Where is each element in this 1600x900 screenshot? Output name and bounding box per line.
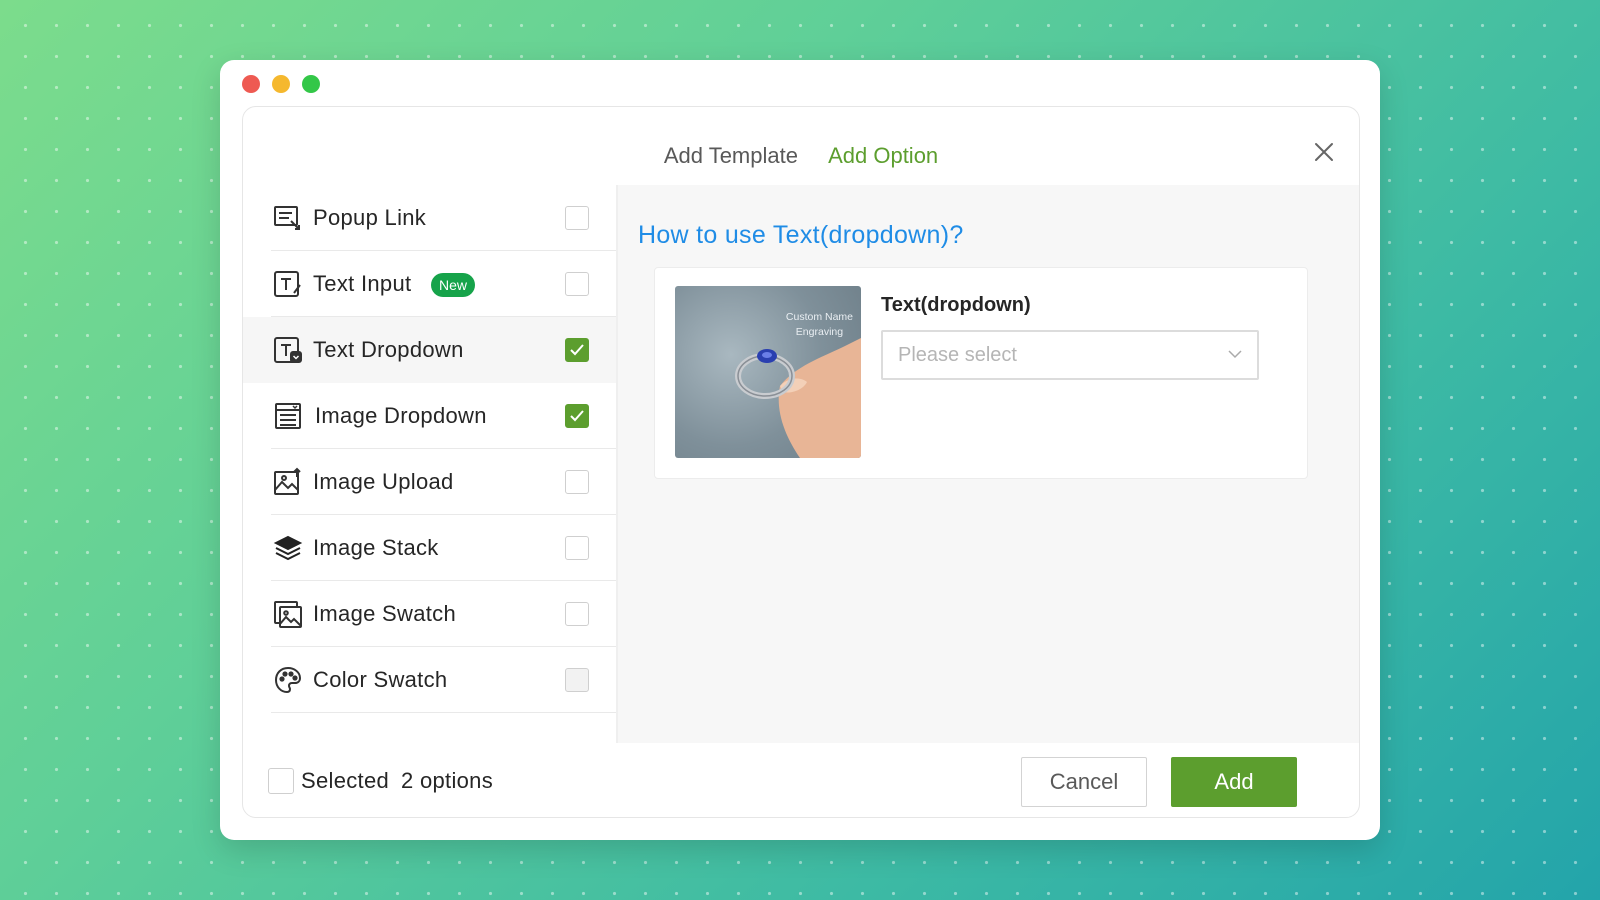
text-dropdown-icon (273, 335, 303, 365)
app-window: Add Template Add Option Popup Link Text (220, 60, 1380, 840)
add-option-dialog: Add Template Add Option Popup Link Text (242, 106, 1360, 818)
dialog-tabs: Add Template Add Option (243, 143, 1359, 169)
sidebar-item-label: Text Dropdown (313, 337, 464, 362)
image-dropdown-icon (273, 401, 303, 431)
selected-summary: Selected 2 options (301, 768, 505, 794)
sidebar-item-label: Color Swatch (313, 667, 448, 692)
dialog-footer: Selected 2 options Cancel Add (243, 743, 1359, 817)
sidebar-item-label: Image Dropdown (315, 403, 487, 428)
sidebar-item-label: Text Input (313, 271, 412, 296)
sidebar-item-label: Popup Link (313, 205, 427, 230)
sidebar-item-label: Image Upload (313, 469, 454, 494)
image-upload-icon (273, 467, 303, 497)
option-type-list: Popup Link Text Input New Text Dropdown (243, 185, 618, 743)
sidebar-item-label: Image Stack (313, 535, 439, 560)
sidebar-item-text-input[interactable]: Text Input New (243, 251, 616, 317)
popup-link-checkbox[interactable] (565, 206, 589, 230)
image-swatch-icon (273, 599, 303, 629)
window-controls (242, 75, 320, 93)
divider (271, 712, 616, 713)
close-window-button[interactable] (242, 75, 260, 93)
sidebar-item-image-stack[interactable]: Image Stack (243, 515, 616, 581)
text-dropdown-checkbox[interactable] (565, 338, 589, 362)
field-label: Text(dropdown) (881, 294, 1031, 316)
text-input-checkbox[interactable] (565, 272, 589, 296)
sidebar-item-label: Image Swatch (313, 601, 457, 626)
close-icon[interactable] (1309, 137, 1339, 167)
select-all-checkbox[interactable] (268, 768, 294, 794)
selected-label: Selected (301, 768, 390, 793)
image-stack-checkbox[interactable] (565, 536, 589, 560)
select-placeholder: Please select (898, 344, 1017, 366)
check-icon (570, 410, 584, 422)
minimize-window-button[interactable] (272, 75, 290, 93)
add-button[interactable]: Add (1171, 757, 1297, 807)
how-to-use-link[interactable]: How to use Text(dropdown)? (638, 221, 964, 250)
maximize-window-button[interactable] (302, 75, 320, 93)
image-dropdown-checkbox[interactable] (565, 404, 589, 428)
text-dropdown-select[interactable]: Please select (881, 330, 1259, 380)
sidebar-item-text-dropdown[interactable]: Text Dropdown (243, 317, 616, 383)
ring-illustration (735, 338, 861, 458)
new-badge: New (431, 273, 476, 297)
option-preview-panel: How to use Text(dropdown)? Custom Name E… (618, 185, 1359, 743)
sidebar-item-image-swatch[interactable]: Image Swatch (243, 581, 616, 647)
color-swatch-icon (273, 665, 303, 695)
ring-product-image: Custom Name Engraving (675, 286, 861, 458)
image-swatch-checkbox[interactable] (565, 602, 589, 626)
tab-add-option[interactable]: Add Option (828, 143, 938, 169)
image-upload-checkbox[interactable] (565, 470, 589, 494)
chevron-down-icon (1227, 346, 1243, 367)
tab-add-template[interactable]: Add Template (664, 143, 798, 169)
sidebar-item-image-dropdown[interactable]: Image Dropdown (243, 383, 616, 449)
sidebar-item-image-upload[interactable]: Image Upload (243, 449, 616, 515)
popup-link-icon (273, 203, 303, 233)
sidebar-item-color-swatch[interactable]: Color Swatch (243, 647, 616, 713)
text-input-icon (273, 269, 303, 299)
cancel-button[interactable]: Cancel (1021, 757, 1147, 807)
color-swatch-checkbox[interactable] (565, 668, 589, 692)
sidebar-item-popup-link[interactable]: Popup Link (243, 185, 616, 251)
preview-card: Custom Name Engraving Text(dropdown) Ple… (654, 267, 1308, 479)
check-icon (570, 344, 584, 356)
selected-count: 2 options (401, 768, 494, 793)
image-stack-icon (273, 533, 303, 563)
